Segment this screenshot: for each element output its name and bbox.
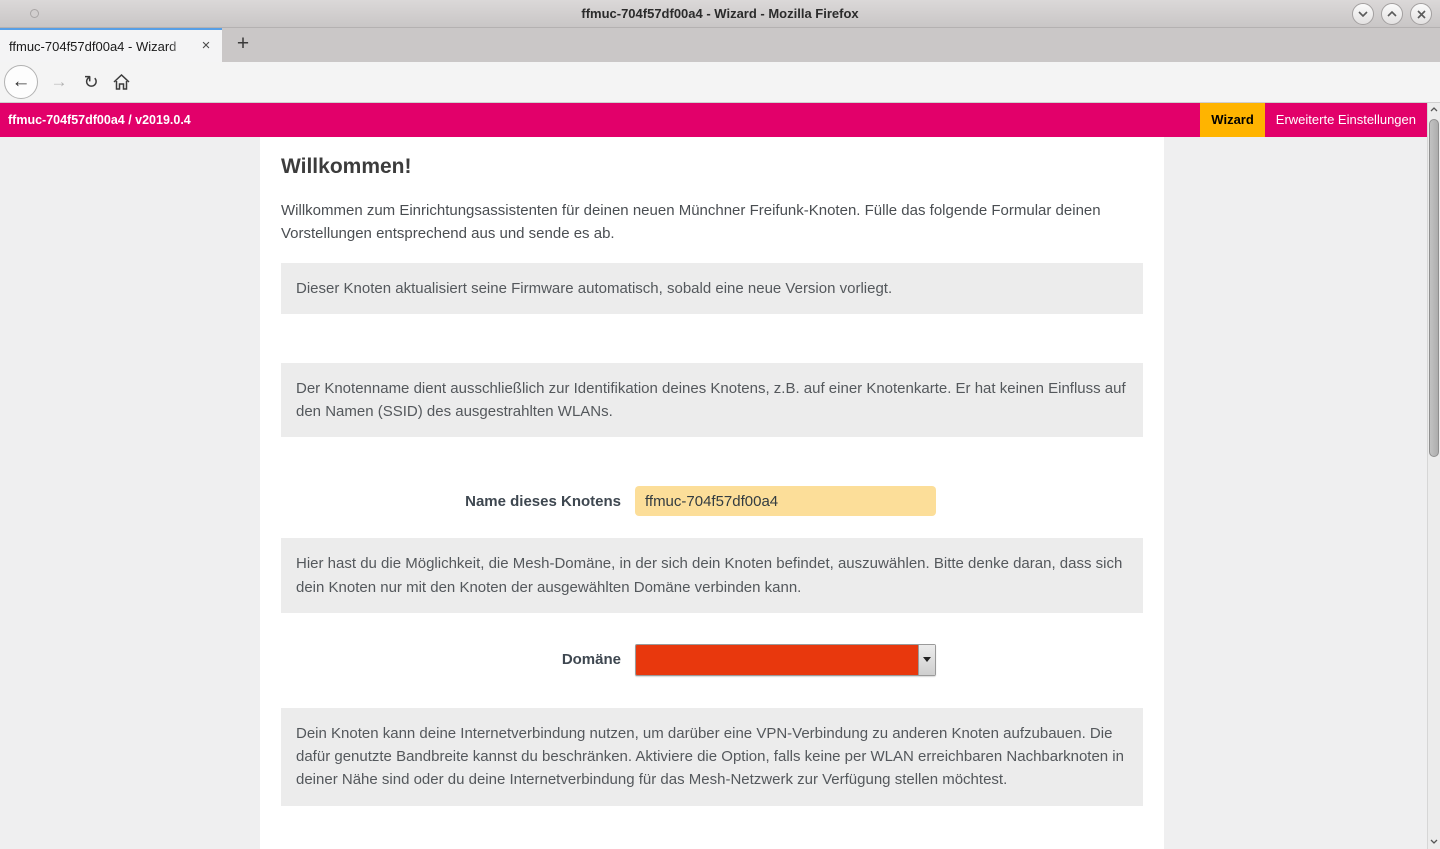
home-button[interactable] bbox=[106, 67, 136, 97]
domain-select-value bbox=[636, 645, 918, 675]
tab-bar: ffmuc-704f57df00a4 - Wizard × + bbox=[0, 28, 1440, 62]
nodename-note-box: Der Knotenname dient ausschließlich zur … bbox=[281, 363, 1143, 438]
scroll-up-arrow[interactable] bbox=[1428, 103, 1440, 117]
page-title: Willkommen! bbox=[281, 155, 1143, 179]
site-nav: Wizard Erweiterte Einstellungen bbox=[1200, 103, 1427, 137]
reload-button[interactable]: ↻ bbox=[76, 67, 106, 97]
tab-title: ffmuc-704f57df00a4 - Wizard bbox=[9, 39, 196, 54]
minimize-button[interactable] bbox=[1352, 3, 1374, 25]
back-button[interactable]: ← bbox=[4, 65, 38, 99]
page-background: Willkommen! Willkommen zum Einrichtungsa… bbox=[0, 137, 1427, 849]
chevron-up-icon bbox=[1387, 11, 1397, 17]
tab-close-icon[interactable]: × bbox=[196, 36, 216, 56]
meshvpn-note-box: Dein Knoten kann deine Internetverbindun… bbox=[281, 708, 1143, 806]
home-icon bbox=[113, 74, 130, 90]
site-header: ffmuc-704f57df00a4 / v2019.0.4 Wizard Er… bbox=[0, 103, 1427, 137]
domain-label: Domäne bbox=[281, 651, 621, 668]
nav-item-advanced-settings[interactable]: Erweiterte Einstellungen bbox=[1265, 103, 1427, 137]
node-name-input[interactable] bbox=[635, 486, 936, 516]
domain-row: Domäne bbox=[281, 644, 1143, 676]
intro-paragraph: Willkommen zum Einrichtungsassistenten f… bbox=[281, 199, 1143, 246]
window-titlebar: ffmuc-704f57df00a4 - Wizard - Mozilla Fi… bbox=[0, 0, 1440, 28]
maximize-button[interactable] bbox=[1381, 3, 1403, 25]
chevron-down-icon bbox=[1358, 11, 1368, 17]
domain-note-box: Hier hast du die Möglichkeit, die Mesh-D… bbox=[281, 538, 1143, 613]
tab-wizard[interactable]: ffmuc-704f57df00a4 - Wizard × bbox=[0, 28, 222, 62]
node-name-row: Name dieses Knotens bbox=[281, 486, 1143, 516]
domain-select[interactable] bbox=[635, 644, 936, 676]
window-controls bbox=[1352, 3, 1432, 25]
dropdown-arrow-icon[interactable] bbox=[918, 645, 935, 675]
vertical-scrollbar[interactable] bbox=[1427, 103, 1440, 849]
scroll-down-arrow[interactable] bbox=[1428, 835, 1440, 849]
close-button[interactable] bbox=[1410, 3, 1432, 25]
node-hostname: ffmuc-704f57df00a4 / v2019.0.4 bbox=[0, 113, 1200, 127]
nav-item-wizard[interactable]: Wizard bbox=[1200, 103, 1265, 137]
navigation-toolbar: ← → ↻ 192.168.1.1/cgi-bin/config/wizard … bbox=[0, 62, 1440, 103]
new-tab-button[interactable]: + bbox=[226, 30, 260, 60]
wizard-content: Willkommen! Willkommen zum Einrichtungsa… bbox=[260, 137, 1164, 849]
close-icon bbox=[1417, 10, 1426, 19]
forward-button[interactable]: → bbox=[44, 67, 74, 97]
node-name-label: Name dieses Knotens bbox=[281, 493, 621, 510]
window-title: ffmuc-704f57df00a4 - Wizard - Mozilla Fi… bbox=[0, 0, 1440, 28]
firmware-note-box: Dieser Knoten aktualisiert seine Firmwar… bbox=[281, 263, 1143, 314]
scrollbar-thumb[interactable] bbox=[1429, 119, 1439, 457]
